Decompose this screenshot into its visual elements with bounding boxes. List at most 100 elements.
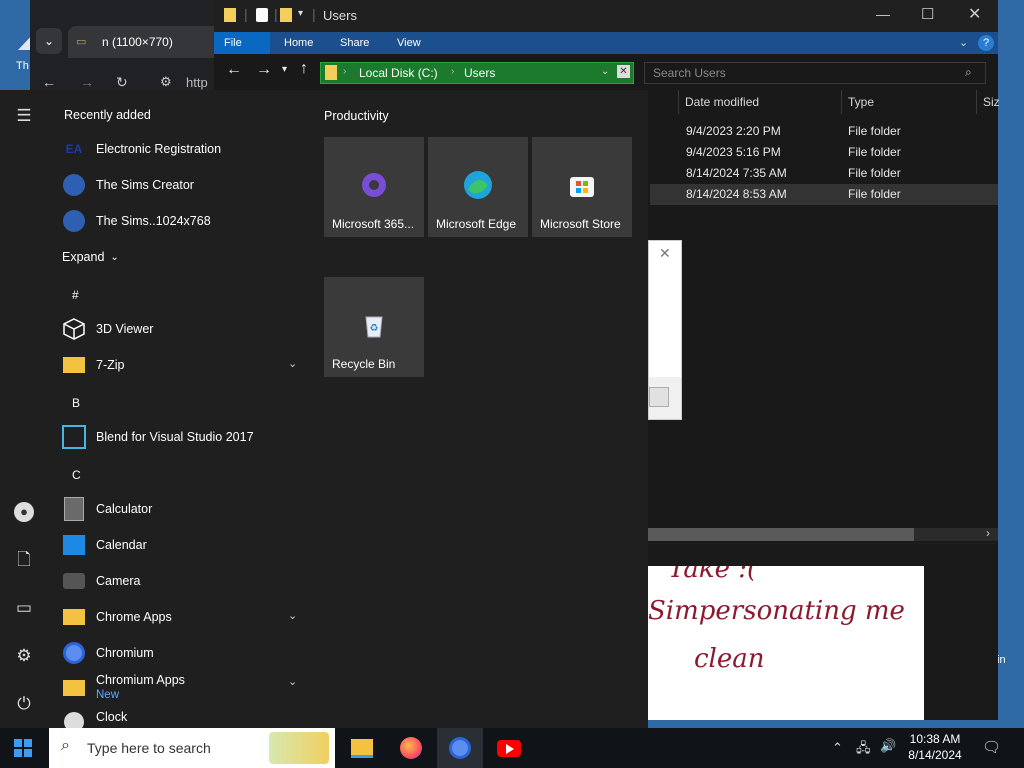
app-label: Calendar: [96, 538, 147, 552]
search-input[interactable]: Type here to search: [87, 740, 211, 756]
url-bar[interactable]: http: [186, 75, 208, 90]
chevron-down-icon[interactable]: ⌄: [288, 675, 297, 688]
tab-home[interactable]: Home: [274, 32, 323, 54]
chevron-down-icon[interactable]: ⌄: [288, 609, 297, 622]
search-input[interactable]: Search Users: [653, 66, 726, 80]
forward-icon[interactable]: →: [256, 61, 272, 79]
scrollbar-thumb[interactable]: [648, 528, 914, 541]
desktop-icon-label-right[interactable]: in: [997, 654, 1006, 666]
taskbar-search[interactable]: ⌕ Type here to search: [49, 728, 335, 768]
app-clock[interactable]: Clock: [62, 710, 312, 728]
notifications-icon[interactable]: 🗨: [982, 738, 1001, 756]
minimize-icon[interactable]: —: [876, 6, 890, 22]
group-letter-b[interactable]: B: [72, 396, 80, 410]
power-icon[interactable]: ⏻: [14, 694, 34, 714]
group-letter-hash[interactable]: #: [72, 288, 79, 302]
taskbar-chromium[interactable]: [437, 728, 483, 768]
ribbon-tabs: File Home Share View ⌄ ?: [214, 32, 998, 54]
tile-recycle-bin[interactable]: ♻ Recycle Bin: [324, 277, 424, 377]
dialog-button[interactable]: [649, 387, 669, 407]
app-blend-for-visual-studio[interactable]: Blend for Visual Studio 2017: [62, 420, 312, 454]
image-viewer-window: Take :( Simpersonating me clean: [648, 544, 998, 720]
taskbar-firefox[interactable]: [388, 728, 434, 768]
tile-microsoft-store[interactable]: Microsoft Store: [532, 137, 632, 237]
new-folder-icon[interactable]: [280, 8, 292, 22]
recycle-bin-icon: ♻: [365, 316, 383, 338]
volume-icon[interactable]: 🔊: [880, 738, 896, 754]
tab-search-button[interactable]: ⌄: [36, 28, 62, 54]
breadcrumb-local-disk[interactable]: Local Disk (C:): [359, 66, 438, 80]
expand-button[interactable]: Expand ⌄: [62, 240, 152, 274]
forward-icon[interactable]: →: [80, 74, 94, 90]
search-icon[interactable]: ⌕: [965, 65, 972, 80]
recent-locations-icon[interactable]: ▾: [282, 64, 287, 75]
app-calendar[interactable]: Calendar: [62, 528, 312, 562]
address-bar[interactable]: › Local Disk (C:) › Users ⌄ ✕: [320, 62, 634, 84]
show-hidden-icons-icon[interactable]: ⌃: [832, 740, 843, 756]
app-the-sims-creator[interactable]: The Sims Creator: [62, 168, 312, 202]
user-account-icon[interactable]: ●: [14, 502, 34, 522]
taskbar-file-explorer[interactable]: [339, 728, 385, 768]
search-box[interactable]: Search Users ⌕: [644, 62, 986, 84]
app-label: The Sims Creator: [96, 178, 194, 192]
desktop-icon-label[interactable]: Th: [16, 60, 29, 72]
horizontal-scrollbar[interactable]: ›: [648, 526, 998, 541]
close-icon[interactable]: ✕: [659, 245, 671, 262]
app-camera[interactable]: Camera: [62, 564, 312, 598]
app-chromium[interactable]: Chromium: [62, 636, 312, 670]
app-calculator[interactable]: Calculator: [62, 492, 312, 526]
close-icon[interactable]: ✕: [968, 4, 981, 24]
help-icon[interactable]: ?: [978, 35, 994, 51]
up-icon[interactable]: ↑: [300, 60, 308, 78]
table-row[interactable]: 8/14/2024 7:35 AM File folder: [650, 163, 998, 184]
taskbar-youtube[interactable]: [486, 728, 532, 768]
dialog-window: ✕: [648, 240, 682, 420]
breadcrumb-users[interactable]: Users: [464, 66, 495, 80]
reload-icon[interactable]: ↻: [116, 74, 128, 91]
app-electronic-registration[interactable]: EA Electronic Registration: [62, 132, 312, 166]
search-highlight-icon: [269, 732, 329, 764]
scroll-right-icon[interactable]: ›: [986, 526, 990, 540]
table-row[interactable]: 9/4/2023 2:20 PM File folder: [650, 121, 998, 142]
app-7-zip[interactable]: 7-Zip: [62, 348, 302, 382]
pictures-icon[interactable]: ▭: [14, 598, 34, 618]
site-info-icon[interactable]: ⚙: [160, 74, 172, 90]
documents-icon[interactable]: 🗋: [14, 550, 34, 570]
settings-gear-icon[interactable]: ⚙: [14, 646, 34, 666]
network-icon[interactable]: 🖧: [856, 739, 871, 761]
address-dropdown-icon[interactable]: ⌄: [601, 66, 609, 77]
column-header-date-modified[interactable]: Date modified: [678, 90, 837, 114]
clear-address-icon[interactable]: ✕: [617, 65, 630, 78]
clock[interactable]: 10:38 AM 8/14/2024: [900, 731, 970, 763]
sims-icon: [62, 209, 86, 233]
maximize-icon[interactable]: ☐: [921, 5, 934, 23]
app-chromium-apps[interactable]: Chromium Apps New: [62, 670, 312, 706]
expand-label: Expand: [62, 250, 105, 264]
handwritten-image: Take :( Simpersonating me clean: [648, 566, 924, 720]
app-3d-viewer[interactable]: 3D Viewer: [62, 312, 312, 346]
table-row[interactable]: 9/4/2023 5:16 PM File folder: [650, 142, 998, 163]
group-letter-c[interactable]: C: [72, 468, 81, 482]
tab-share[interactable]: Share: [330, 32, 379, 54]
app-the-sims-1024[interactable]: The Sims..1024x768: [62, 204, 312, 238]
separator-icon: |: [274, 6, 278, 22]
tile-microsoft-365[interactable]: Microsoft 365...: [324, 137, 424, 237]
back-icon[interactable]: ←: [42, 74, 56, 90]
back-icon[interactable]: ←: [226, 61, 242, 79]
app-chrome-apps[interactable]: Chrome Apps: [62, 600, 312, 634]
properties-icon[interactable]: [256, 8, 268, 22]
start-button[interactable]: [0, 728, 46, 768]
hamburger-menu-icon[interactable]: ☰: [14, 106, 34, 126]
column-header-type[interactable]: Type: [841, 90, 972, 114]
folder-icon: [62, 676, 86, 700]
tab-file[interactable]: File: [214, 32, 270, 54]
chevron-down-icon[interactable]: ⌄: [288, 357, 297, 370]
column-header-size[interactable]: Siz: [976, 90, 1000, 114]
taskbar: ⌕ Type here to search ⌃ 🖧 🔊 10:38 AM 8/1…: [0, 728, 1024, 768]
tab-view[interactable]: View: [387, 32, 431, 54]
tile-microsoft-edge[interactable]: Microsoft Edge: [428, 137, 528, 237]
row-date: 9/4/2023 5:16 PM: [686, 145, 781, 159]
ribbon-expand-icon[interactable]: ⌄: [959, 36, 968, 49]
quick-access-dropdown-icon[interactable]: ▾: [298, 8, 303, 19]
table-row-selected[interactable]: 8/14/2024 8:53 AM File folder: [650, 184, 998, 205]
